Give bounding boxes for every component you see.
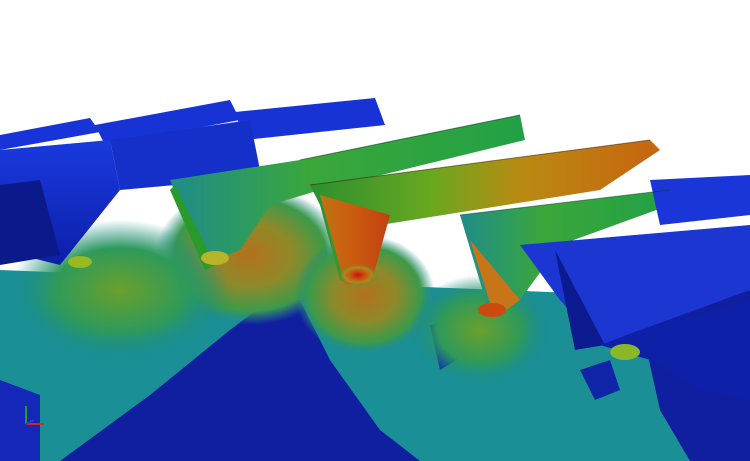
gear-stress-contour-plot [0,98,750,461]
axis-triad [25,406,44,425]
tooth-4-root-hotspot [338,264,378,286]
tooth-7-root [610,344,640,360]
tooth-1-root [68,256,92,268]
fea-stress-viewport[interactable] [0,0,750,461]
tooth-3-root [201,251,229,265]
stress-blob-right [410,275,550,385]
tooth-back-3-top [235,98,385,140]
tooth-5-root [478,303,506,317]
tooth-7-top [650,175,750,225]
